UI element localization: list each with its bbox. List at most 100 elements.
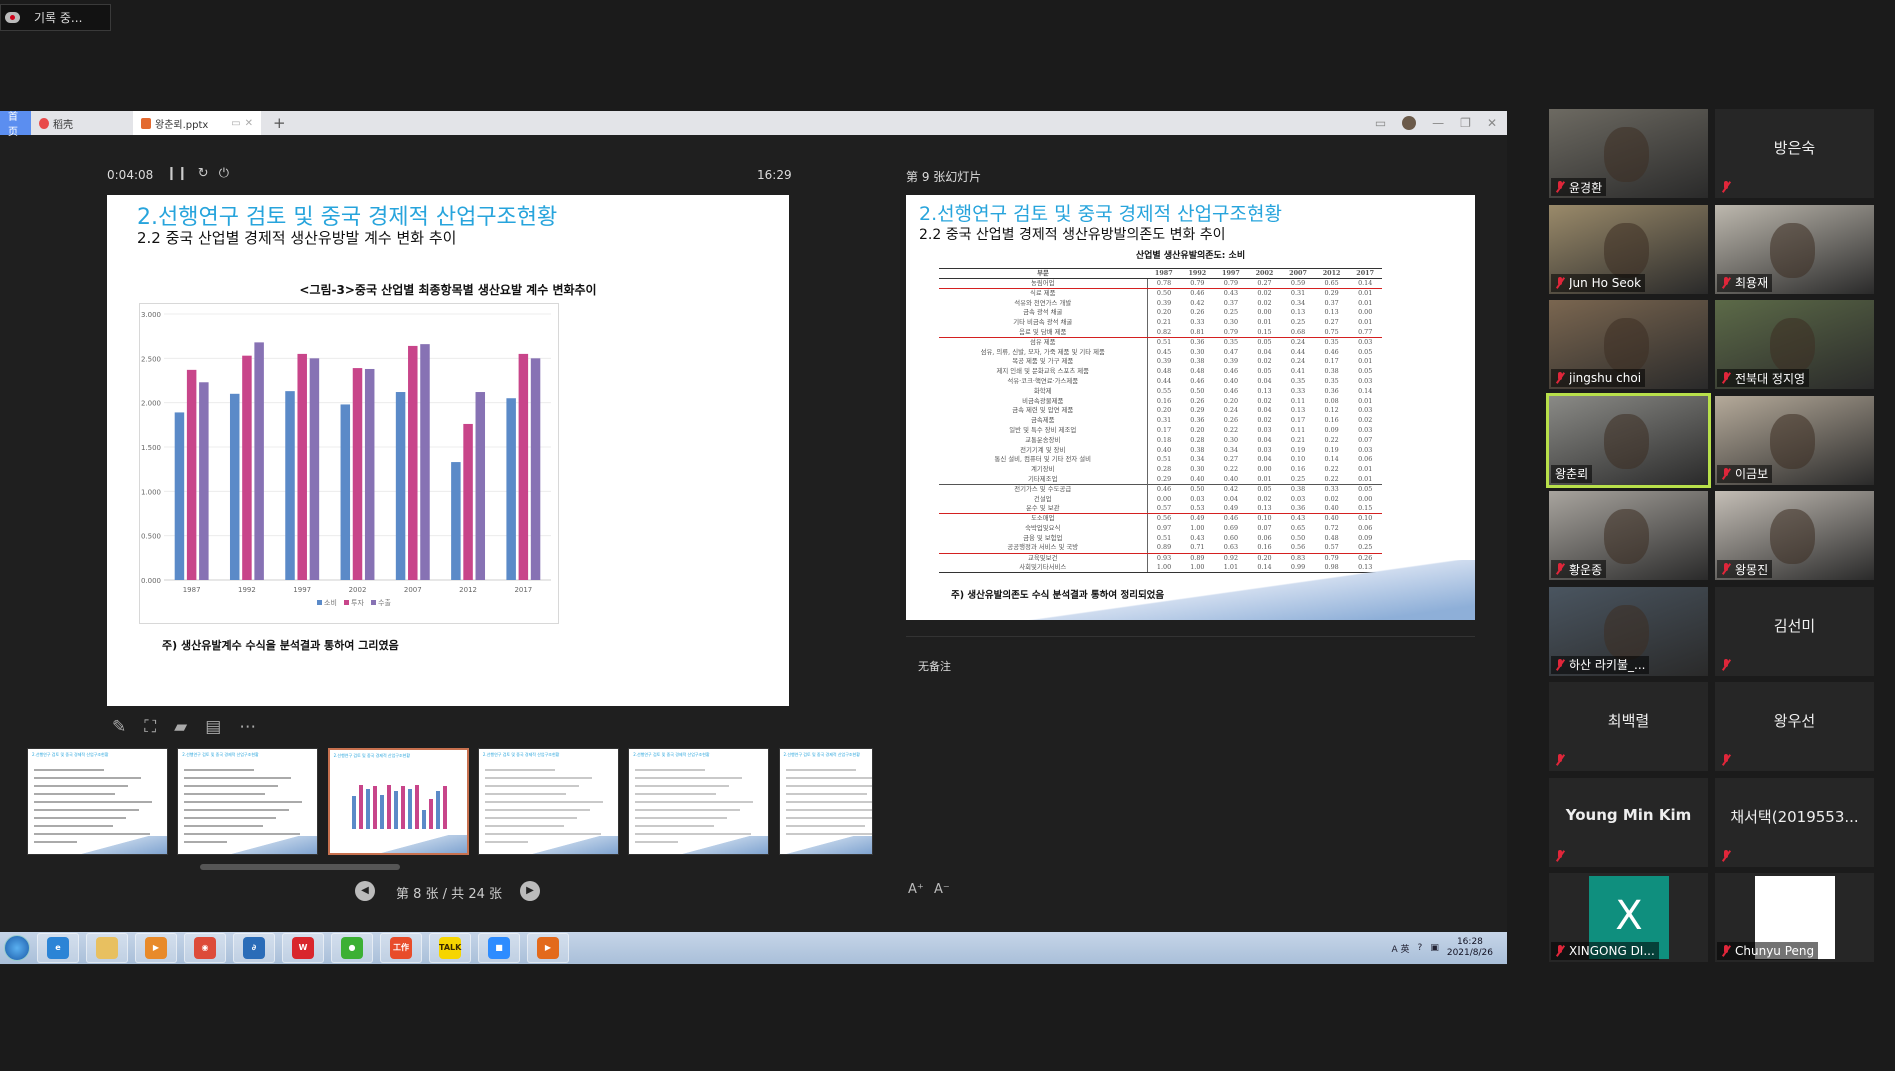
speaker-notes[interactable]: 无备注 <box>918 658 951 674</box>
participant-tile[interactable]: 김선미 <box>1715 586 1874 676</box>
pause-icon[interactable]: ❙❙ <box>166 166 188 181</box>
bar-투자-1987 <box>186 369 197 580</box>
pin-icon[interactable]: ▭ <box>231 118 240 129</box>
slide-thumbnail[interactable]: 2.선행연구 검토 및 중국 경제적 산업구조현황 <box>628 748 770 855</box>
cell: 0.51 <box>1156 338 1172 347</box>
participant-tile[interactable]: 방은숙 <box>1715 109 1874 198</box>
screenshot-icon[interactable]: ⛶ <box>144 717 156 737</box>
cell: 0.38 <box>1190 357 1205 366</box>
wps-icon: W <box>292 937 314 959</box>
prev-slide-button[interactable]: ◀ <box>355 881 375 901</box>
recording-indicator[interactable]: 기록 중... <box>0 4 111 31</box>
participant-tile[interactable]: 채서택(2019553... <box>1715 777 1874 867</box>
taskbar-wechat[interactable]: ● <box>331 933 373 963</box>
participant-tile[interactable]: X XINGONG DI... <box>1549 873 1708 962</box>
more-icon[interactable]: ⋯ <box>239 717 256 737</box>
taskbar-clock[interactable]: 16:28 2021/8/26 <box>1447 937 1493 959</box>
user-avatar[interactable] <box>1402 116 1417 130</box>
cell: 0.40 <box>1324 514 1339 523</box>
taskbar-zoom[interactable]: ■ <box>478 933 520 963</box>
taskbar-media-player[interactable]: ▶ <box>135 933 177 963</box>
recording-label: 기록 중... <box>34 11 83 25</box>
cell: 0.34 <box>1290 298 1306 307</box>
camera-icon[interactable]: ▰ <box>174 717 187 737</box>
participant-tile[interactable]: 왕우선 <box>1715 682 1874 771</box>
taskbar-app-red[interactable]: 工作 <box>380 933 422 963</box>
participant-tile[interactable]: 왕춘뢰 <box>1546 392 1711 488</box>
cell: 0.69 <box>1223 524 1239 533</box>
cell: 0.00 <box>1257 465 1272 474</box>
taskbar-explorer[interactable] <box>86 933 128 963</box>
network-icon[interactable]: ▣ <box>1430 943 1439 953</box>
taskbar-ie[interactable]: e <box>37 933 79 963</box>
row-name: 계기장비 <box>939 464 1148 475</box>
participant-tile[interactable]: 하산 라키불_... <box>1549 586 1708 676</box>
slide-thumbnail[interactable]: 2.선행연구 검토 및 중국 경제적 산업구조현황 <box>27 748 168 855</box>
slide-note: 주) 생산유발계수 수식을 분석결과 통하여 그리였음 <box>162 639 399 652</box>
cell: 0.03 <box>1190 494 1205 503</box>
next-slide-button[interactable]: ▶ <box>520 881 540 901</box>
participant-tile[interactable]: jingshu choi <box>1549 300 1708 389</box>
participant-tile[interactable]: Chunyu Peng <box>1715 873 1874 962</box>
participant-tile[interactable]: Young Min Kim <box>1549 777 1708 867</box>
participant-tile[interactable]: 왕몽진 <box>1715 491 1874 580</box>
cell: 0.49 <box>1214 504 1248 515</box>
cell: 0.01 <box>1358 318 1373 327</box>
tab-daoke[interactable]: 稻壳 <box>31 111 97 135</box>
new-tab-button[interactable]: + <box>261 114 286 132</box>
row-name: 음료 및 담배 제품 <box>939 327 1148 338</box>
slide-thumbnail[interactable]: 2.선행연구 검토 및 중국 경제적 산업구조현황 <box>477 748 619 855</box>
help-icon[interactable]: ? <box>1418 943 1423 953</box>
restart-icon[interactable]: ↻ <box>198 166 209 181</box>
cell: 0.43 <box>1190 533 1205 542</box>
maximize-button[interactable]: ❐ <box>1460 116 1471 130</box>
taskbar-kakaotalk[interactable]: TALK <box>429 933 471 963</box>
participant-tile[interactable]: 전북대 정지영 <box>1715 300 1874 389</box>
cell: 0.00 <box>1358 494 1373 503</box>
reader-mode-icon[interactable]: ▭ <box>1375 116 1386 130</box>
close-button[interactable]: ✕ <box>1487 116 1497 130</box>
bar-소비-1992 <box>229 393 240 580</box>
slide-thumbnail[interactable]: 2.선행연구 검토 및 중국 경제적 산업구조현황 <box>778 748 873 855</box>
participant-tile[interactable]: 황운종 <box>1549 491 1708 580</box>
minimize-button[interactable]: — <box>1432 116 1444 130</box>
slide-thumbnail[interactable]: 2.선행연구 검토 및 중국 경제적 산업구조현황 <box>177 748 319 855</box>
table-row: 일반 및 특수 장비 제조업 0.17 0.20 0.22 0.03 0.11 0.09 0.… <box>939 425 1382 436</box>
cell: 0.00 <box>1156 494 1172 503</box>
taskbar-chrome[interactable]: ◉ <box>184 933 226 963</box>
font-increase-button[interactable]: A⁺ <box>908 882 924 897</box>
taskbar-app-blue[interactable]: ∂ <box>233 933 275 963</box>
slide-thumbnail[interactable]: 2.선행연구 검토 및 중국 경제적 산업구조현황 <box>327 748 469 855</box>
tab-home[interactable]: 首页 <box>0 111 31 138</box>
comment-icon[interactable]: ▤ <box>205 717 221 737</box>
cell: 0.29 <box>1156 474 1172 483</box>
taskbar-presentation[interactable]: ▶ <box>527 933 569 963</box>
participant-name-large: 김선미 <box>1773 616 1816 635</box>
participant-tile[interactable]: 이금보 <box>1715 395 1874 485</box>
row-name: 금융 및 보험업 <box>939 533 1148 544</box>
cell: 0.02 <box>1257 494 1272 503</box>
cell: 0.01 <box>1358 474 1373 483</box>
participant-tile[interactable]: 최백렬 <box>1549 682 1708 771</box>
explorer-icon <box>96 937 118 959</box>
row-name: 목공 제품 및 가구 제품 <box>939 357 1148 367</box>
thumbnail-scrollbar[interactable] <box>200 864 400 870</box>
app-red-icon: 工作 <box>390 937 412 959</box>
cell: 0.05 <box>1257 338 1272 347</box>
close-tab-icon[interactable]: ✕ <box>245 118 253 129</box>
taskbar-date: 2021/8/26 <box>1446 948 1493 958</box>
pen-icon[interactable]: ✎ <box>112 717 126 737</box>
participant-name: 왕춘뢰 <box>1555 467 1589 481</box>
y-tick-label: 0.000 <box>141 577 161 585</box>
font-decrease-button[interactable]: A⁻ <box>934 882 950 897</box>
power-icon[interactable]: ⏻ <box>219 166 229 181</box>
participant-tile[interactable]: Jun Ho Seok <box>1549 204 1708 294</box>
tab-file[interactable]: 왕춘뢰.pptx ▭ ✕ <box>133 111 261 135</box>
participant-tile[interactable]: 윤경환 <box>1549 109 1708 198</box>
ime-indicator[interactable]: A 英 <box>1392 942 1410 955</box>
start-button[interactable] <box>4 935 30 961</box>
table-row: 전기기계 및 장비 0.40 0.38 0.34 0.03 0.19 0.19 0.03 <box>939 445 1382 456</box>
row-name: 숙박업및요식 <box>939 523 1148 534</box>
taskbar-wps[interactable]: W <box>282 933 324 963</box>
participant-tile[interactable]: 최용재 <box>1715 204 1874 294</box>
